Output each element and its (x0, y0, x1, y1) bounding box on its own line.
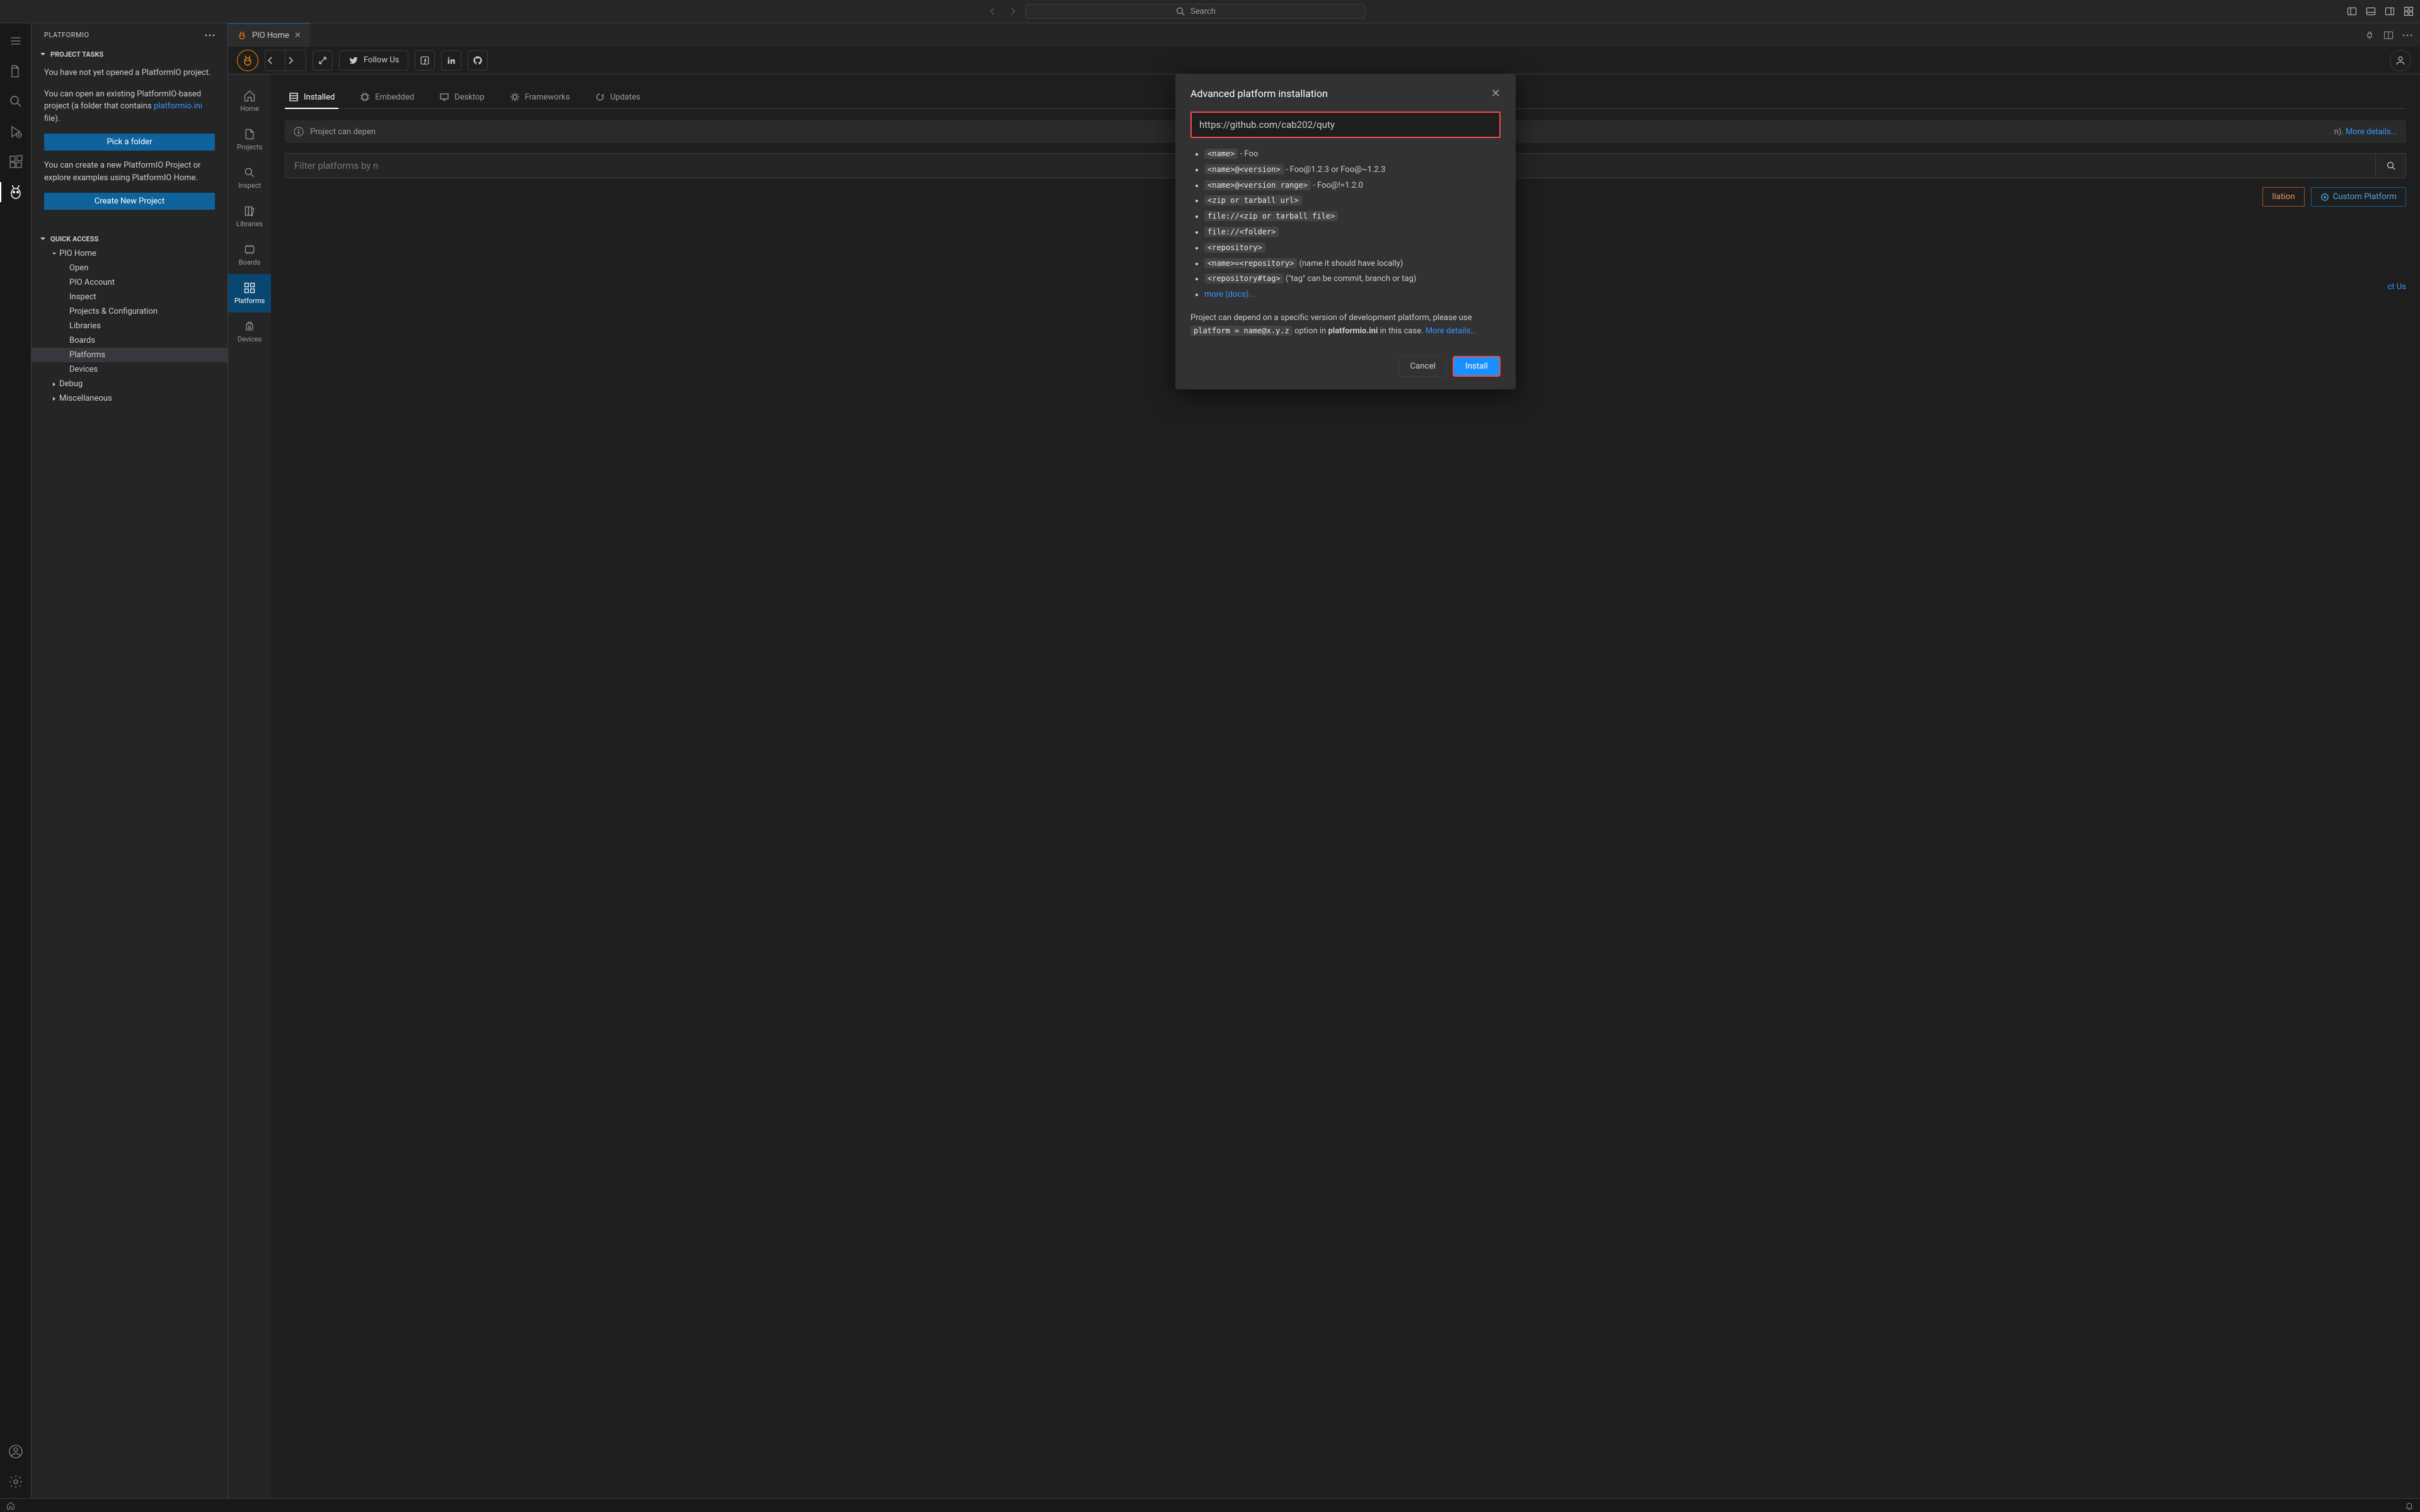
layout-sidebar-left-icon[interactable] (2347, 6, 2357, 16)
editor-tabs: PIO Home ✕ (228, 23, 2420, 47)
pio-sidenav: Home Projects Inspect Libraries Boards P… (228, 74, 271, 1498)
split-editor-icon[interactable] (2383, 30, 2394, 40)
pio-back-button[interactable] (265, 50, 285, 71)
list-item: <repository#tag> ("tag" can be commit, b… (1204, 272, 1501, 287)
list-item: <name>@<version range> - Foo@!=1.2.0 (1204, 178, 1501, 194)
nav-back-icon[interactable] (988, 6, 998, 16)
sidenav-boards[interactable]: Boards (228, 236, 271, 274)
list-item: file://<folder> (1204, 225, 1501, 241)
accounts-icon[interactable] (7, 1443, 25, 1460)
modal-title: Advanced platform installation (1190, 88, 1328, 100)
pio-logo-icon (237, 50, 258, 71)
tree-platforms[interactable]: Platforms (32, 348, 228, 362)
platformio-icon[interactable] (7, 183, 25, 201)
sidenav-devices[interactable]: Devices (228, 312, 271, 351)
history-nav (988, 6, 1018, 16)
panel-more-icon[interactable] (205, 34, 215, 37)
plug-icon[interactable] (2365, 30, 2375, 40)
sidenav-platforms[interactable]: Platforms (228, 274, 271, 312)
sidenav-libraries[interactable]: Libraries (228, 197, 271, 236)
sidenav-home[interactable]: Home (228, 82, 271, 120)
editor-area: PIO Home ✕ Follow Us (228, 23, 2420, 1498)
pio-top-bar: Follow Us (228, 47, 2420, 74)
pick-folder-button[interactable]: Pick a folder (44, 134, 215, 151)
pio-forward-button[interactable] (285, 50, 306, 71)
sidenav-inspect[interactable]: Inspect (228, 159, 271, 197)
notifications-bell-icon[interactable] (2405, 1501, 2414, 1510)
create-project-button[interactable]: Create New Project (44, 193, 215, 210)
github-icon[interactable] (468, 50, 488, 71)
layout-panel-icon[interactable] (2366, 6, 2376, 16)
advanced-install-modal: Advanced platform installation ✕ <name> … (1175, 74, 1516, 389)
msg-open-existing: You can open an existing PlatformIO-base… (44, 88, 215, 125)
more-docs-link[interactable]: more (docs)... (1204, 290, 1255, 299)
title-bar-actions (2347, 6, 2414, 16)
linkedin-icon[interactable] (441, 50, 461, 71)
more-actions-icon[interactable] (2402, 34, 2412, 37)
more-details-link[interactable]: More details... (1426, 326, 1477, 336)
search-placeholder: Search (1190, 7, 1216, 16)
tab-label: PIO Home (252, 31, 289, 40)
msg-no-project: You have not yet opened a PlatformIO pro… (44, 67, 215, 79)
hamburger-menu-icon[interactable] (7, 32, 25, 50)
tree-open[interactable]: Open (32, 261, 228, 275)
modal-overlay: Advanced platform installation ✕ <name> … (271, 74, 2420, 1498)
tree-boards[interactable]: Boards (32, 333, 228, 348)
list-item: <name>@<version> - Foo@1.2.3 or Foo@~1.2… (1204, 163, 1501, 178)
tab-pio-home[interactable]: PIO Home ✕ (228, 23, 311, 47)
tree-misc[interactable]: Miscellaneous (32, 391, 228, 406)
side-panel: PLATFORMIO PROJECT TASKS You have not ye… (32, 23, 228, 1498)
tree-inspect[interactable]: Inspect (32, 290, 228, 304)
tree-debug[interactable]: Debug (32, 377, 228, 391)
modal-description: Project can depend on a specific version… (1190, 312, 1501, 338)
pio-home-view: Follow Us Home Projects Inspect Librarie… (228, 47, 2420, 1498)
settings-gear-icon[interactable] (7, 1473, 25, 1491)
nav-forward-icon[interactable] (1008, 6, 1018, 16)
explorer-icon[interactable] (7, 62, 25, 80)
panel-title: PLATFORMIO (44, 31, 89, 39)
platform-url-input[interactable] (1190, 112, 1501, 138)
install-button[interactable]: Install (1453, 356, 1501, 377)
tab-close-icon[interactable]: ✕ (294, 31, 301, 40)
run-debug-icon[interactable] (7, 123, 25, 140)
follow-us-button[interactable]: Follow Us (339, 50, 408, 71)
customize-layout-icon[interactable] (2404, 6, 2414, 16)
search-icon[interactable] (7, 93, 25, 110)
pio-home-status-icon[interactable] (6, 1501, 15, 1510)
tree-projects-config[interactable]: Projects & Configuration (32, 304, 228, 319)
msg-create-new: You can create a new PlatformIO Project … (44, 159, 215, 184)
list-item: <repository> (1204, 241, 1501, 256)
status-bar (0, 1498, 2420, 1512)
list-item: <name>=<repository> (name it should have… (1204, 256, 1501, 272)
layout-sidebar-right-icon[interactable] (2385, 6, 2395, 16)
pio-tab-icon (237, 30, 247, 40)
tree-pio-account[interactable]: PIO Account (32, 275, 228, 290)
facebook-icon[interactable] (415, 50, 435, 71)
quick-access-tree: PIO Home Open PIO Account Inspect Projec… (32, 246, 228, 406)
modal-close-icon[interactable]: ✕ (1491, 87, 1501, 100)
pio-main-content: Installed Embedded Desktop Frameworks Up… (271, 74, 2420, 1498)
tree-libraries[interactable]: Libraries (32, 319, 228, 333)
tree-pio-home[interactable]: PIO Home (32, 246, 228, 261)
platformio-ini-link[interactable]: platformio.ini (154, 101, 202, 111)
command-center-search[interactable]: Search (1025, 4, 1366, 19)
list-item: <name> - Foo (1204, 147, 1501, 163)
list-item: <zip or tarball url> (1204, 193, 1501, 209)
cancel-button[interactable]: Cancel (1399, 356, 1446, 377)
section-project-tasks[interactable]: PROJECT TASKS (32, 47, 228, 62)
list-item: more (docs)... (1204, 287, 1501, 303)
section-quick-access[interactable]: QUICK ACCESS (32, 231, 228, 246)
tree-devices[interactable]: Devices (32, 362, 228, 377)
format-list: <name> - Foo <name>@<version> - Foo@1.2.… (1190, 147, 1501, 303)
activity-bar (0, 23, 32, 1498)
pio-expand-button[interactable] (313, 50, 333, 71)
extensions-icon[interactable] (7, 153, 25, 171)
pio-account-icon[interactable] (2390, 50, 2411, 71)
sidenav-projects[interactable]: Projects (228, 120, 271, 159)
list-item: file://<zip or tarball file> (1204, 209, 1501, 225)
title-bar: Search (0, 0, 2420, 23)
